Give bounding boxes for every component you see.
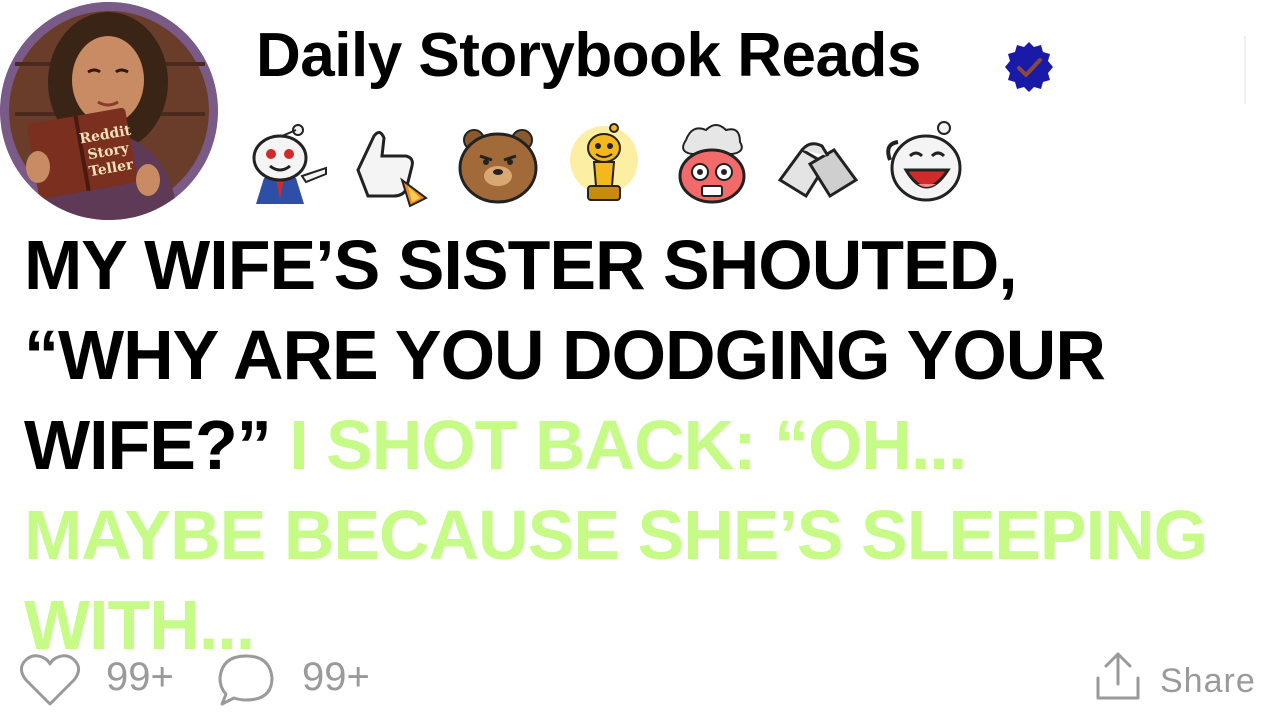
- rocket-thumbs-up-icon: [344, 120, 436, 210]
- channel-name[interactable]: Daily Storybook Reads: [256, 21, 921, 90]
- mind-blown-award-icon: [666, 120, 758, 210]
- verified-badge-icon: [1002, 40, 1056, 94]
- post-card: Reddit Story Teller Daily Storybook Read…: [0, 0, 1280, 720]
- handshake-award-icon: [772, 120, 864, 210]
- heart-icon[interactable]: [18, 652, 82, 713]
- bear-award-icon: [452, 120, 544, 210]
- share-icon[interactable]: [1094, 650, 1142, 707]
- headline-line-2: “WHY ARE YOU DODGING YOUR: [24, 316, 1106, 394]
- pointing-snoo-award-icon: [238, 120, 330, 210]
- comment-icon[interactable]: [216, 652, 276, 713]
- divider: [1244, 36, 1246, 104]
- gold-trophy-award-icon: [558, 120, 650, 210]
- channel-avatar[interactable]: Reddit Story Teller: [0, 2, 218, 220]
- storyteller-illustration: Reddit Story Teller: [0, 2, 218, 220]
- post-actions-bar: 99+ 99+ Share: [0, 640, 1280, 720]
- post-headline[interactable]: MY WIFE’S SISTER SHOUTED, “WHY ARE YOU D…: [24, 220, 1264, 670]
- headline-line-3-black: WIFE?”: [24, 406, 272, 484]
- headline-line-1: MY WIFE’S SISTER SHOUTED,: [24, 226, 1018, 304]
- headline-line-3: WIFE?” I SHOT BACK: “OH...: [24, 400, 1264, 490]
- headline-line-3-green: I SHOT BACK: “OH...: [289, 406, 967, 484]
- comments-count: 99+: [302, 655, 370, 699]
- likes-count: 99+: [106, 655, 174, 699]
- headline-line-4: MAYBE BECAUSE SHE’S SLEEPING: [24, 496, 1208, 574]
- share-button[interactable]: Share: [1160, 656, 1256, 706]
- awards-row: [238, 120, 998, 210]
- laughing-snoo-award-icon: [878, 120, 970, 210]
